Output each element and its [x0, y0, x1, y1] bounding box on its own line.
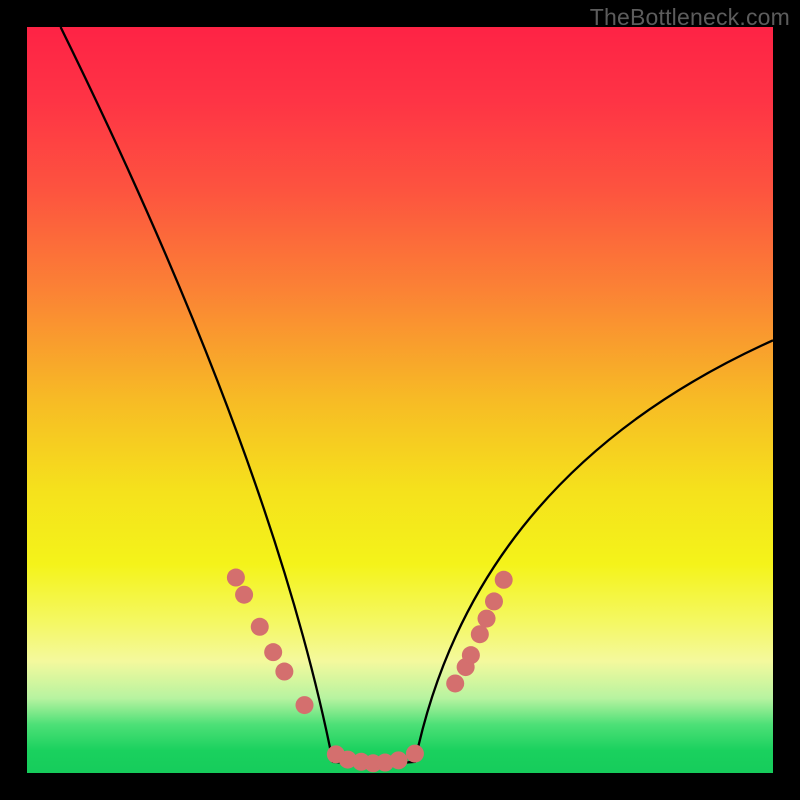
data-marker [471, 625, 489, 643]
data-marker [390, 751, 408, 769]
data-marker [227, 569, 245, 587]
data-marker [446, 674, 464, 692]
plot-area [27, 27, 773, 773]
data-marker [235, 586, 253, 604]
data-marker [406, 745, 424, 763]
gradient-background [27, 27, 773, 773]
data-marker [462, 646, 480, 664]
data-marker [251, 618, 269, 636]
data-marker [478, 610, 496, 628]
data-marker [275, 663, 293, 681]
chart-frame: TheBottleneck.com [0, 0, 800, 800]
data-marker [485, 592, 503, 610]
data-marker [296, 696, 314, 714]
plot-svg [27, 27, 773, 773]
data-marker [495, 571, 513, 589]
data-marker [264, 643, 282, 661]
